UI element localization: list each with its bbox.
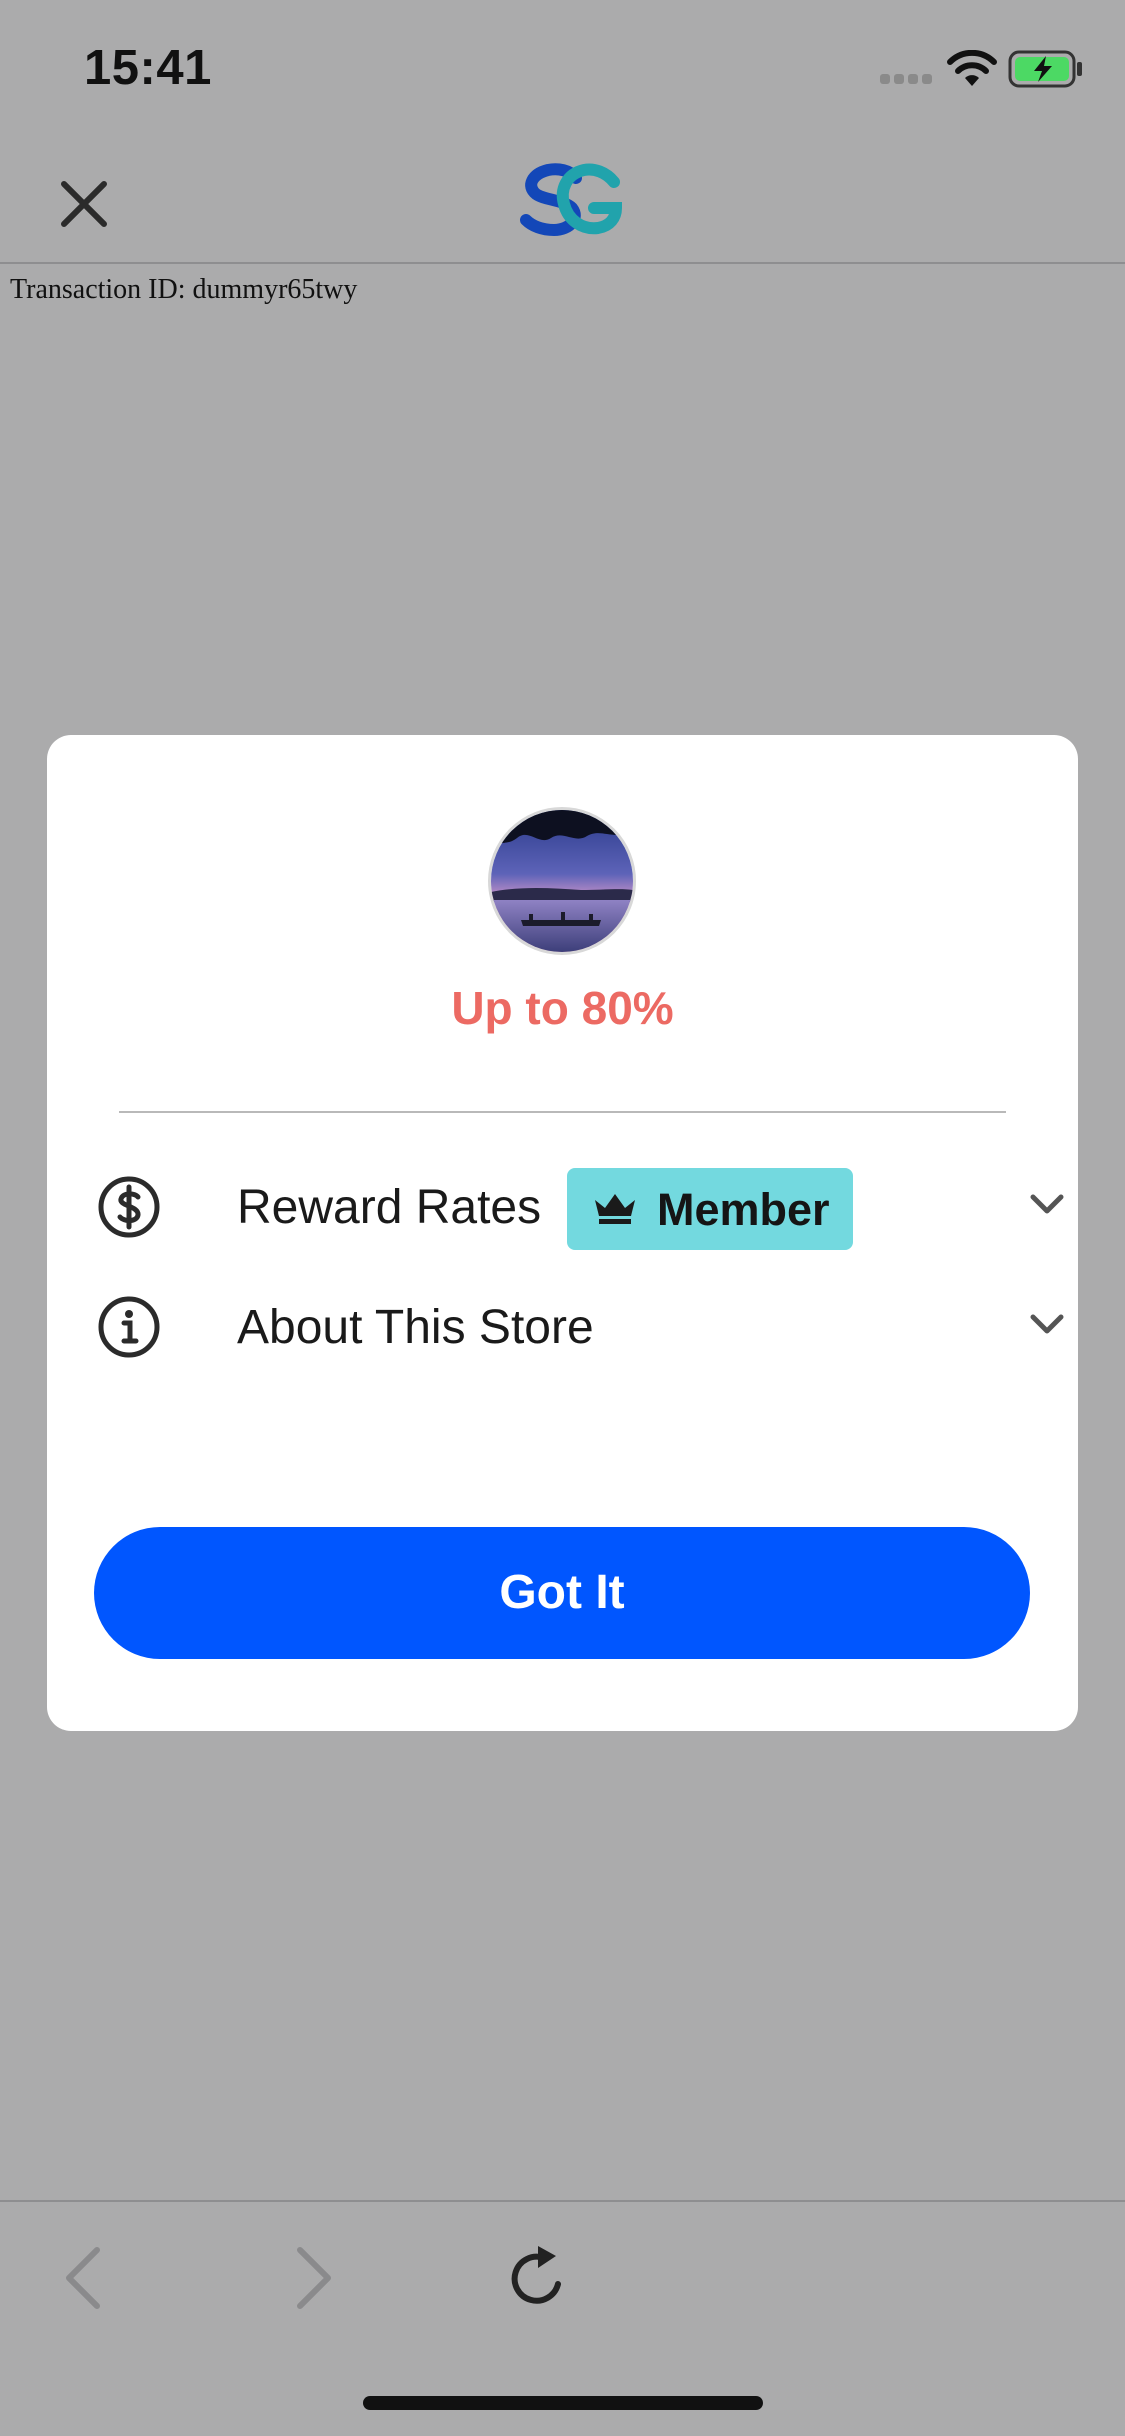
- chevron-down-icon[interactable]: [1029, 1313, 1065, 1337]
- about-store-row[interactable]: About This Store: [97, 1288, 1067, 1368]
- battery-icon: [1008, 50, 1082, 88]
- sunset-lake-photo: [491, 810, 633, 952]
- logo: [520, 163, 623, 237]
- divider: [119, 1111, 1006, 1113]
- store-avatar: [488, 807, 636, 955]
- member-label: Member: [657, 1184, 830, 1235]
- close-icon[interactable]: [52, 172, 116, 236]
- store-modal: Up to 80% Reward Rates Member About This…: [47, 735, 1078, 1731]
- about-store-label: About This Store: [237, 1301, 594, 1354]
- chevron-left-icon[interactable]: [45, 2238, 125, 2318]
- dollar-circle-icon: [98, 1176, 160, 1238]
- reload-icon[interactable]: [500, 2238, 580, 2318]
- chevron-right-icon[interactable]: [272, 2238, 352, 2318]
- home-indicator: [363, 2396, 763, 2410]
- reward-rates-label: Reward Rates: [237, 1181, 542, 1234]
- status-time: 15:41: [84, 41, 212, 95]
- info-circle-icon: [98, 1296, 160, 1358]
- signal-icon: [880, 74, 932, 84]
- wifi-icon: [947, 50, 997, 86]
- got-it-button[interactable]: Got It: [94, 1527, 1030, 1659]
- nav-bar: [0, 132, 1125, 264]
- member-badge: Member: [567, 1168, 853, 1250]
- reward-headline: Up to 80%: [451, 982, 674, 1034]
- transaction-id: Transaction ID: dummyr65twy: [10, 274, 358, 305]
- chevron-down-icon[interactable]: [1029, 1193, 1065, 1217]
- crown-icon: [595, 1194, 635, 1224]
- reward-rates-row[interactable]: Reward Rates Member: [97, 1168, 1067, 1250]
- status-bar: 15:41: [0, 0, 1125, 132]
